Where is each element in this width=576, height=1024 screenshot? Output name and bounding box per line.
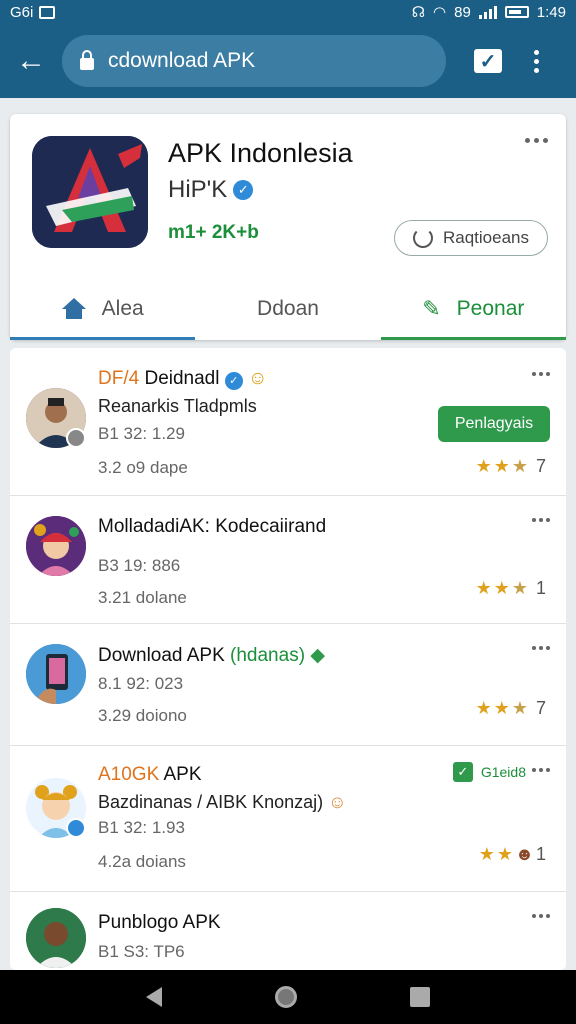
url-text: cdownload APK (108, 49, 256, 72)
item-meta-secondary: 3.21 dolane (98, 588, 187, 607)
star-icon: ★ (511, 698, 528, 718)
star-icon: ★ (511, 456, 528, 476)
action-label: Raqtioeans (442, 228, 529, 247)
check-icon: ✓ (452, 762, 473, 782)
item-meta: 8.1 92: 023 (98, 674, 184, 693)
battery-icon (504, 6, 529, 18)
avatar (26, 516, 86, 576)
item-title: MolladadiAK: Kodecaiirand (98, 516, 327, 537)
browser-toolbar: ← cdownload APK ✓ (0, 24, 576, 98)
tab-label: Ddoan (257, 297, 319, 320)
list-item[interactable]: Download APK (hdanas) ◆ 8.1 92: 023 3.29… (10, 624, 566, 746)
sim-icon (39, 5, 56, 19)
rating: ★ ★ ★ 1 (475, 578, 546, 598)
nav-back-icon[interactable] (146, 987, 163, 1007)
item-subtitle: Reanarkis Tladpmls (98, 396, 257, 416)
tab-ddoan[interactable]: Ddoan (195, 278, 380, 340)
more-horiz-icon[interactable] (525, 138, 548, 143)
star-icon: ★ (511, 578, 528, 598)
verified-icon: ✓ (233, 180, 254, 200)
more-horiz-icon[interactable] (532, 518, 550, 522)
star-icon: ★ (475, 578, 492, 598)
refresh-icon (412, 228, 433, 248)
url-bar[interactable]: cdownload APK (62, 35, 446, 87)
lock-icon (80, 50, 94, 70)
pin-icon: ✎ (422, 296, 441, 321)
clock: 1:49 (536, 3, 566, 21)
item-title: Download APK (hdanas) ◆ (98, 645, 325, 666)
nav-home-icon[interactable] (274, 986, 297, 1008)
signal-icon (478, 5, 497, 19)
network-label: 89 (454, 3, 471, 21)
item-subtitle: Bazdinanas / AIBK Knonzaj) ☺ (98, 792, 347, 812)
badge-icon (66, 428, 86, 448)
more-horiz-icon[interactable] (532, 768, 550, 772)
app-meta: m1+ 2K+b (168, 222, 259, 243)
tab-label: Peonar (456, 297, 525, 320)
carrier-label: G6i (10, 3, 34, 21)
item-meta-secondary: 4.2a doians (98, 852, 186, 871)
tab-peonar[interactable]: ✎ Peonar (380, 278, 567, 340)
star-icon: ★ (478, 844, 495, 864)
star-icon: ★ (496, 844, 514, 864)
app-logo (32, 136, 148, 248)
more-horiz-icon[interactable] (532, 914, 550, 918)
download-badge-icon: ◆ (310, 645, 325, 666)
item-title: DF/4 Deidnadl ✓ ☺ (98, 368, 268, 390)
star-icon: ★ (493, 578, 510, 598)
rating: ★ ★ ☻ 1 (478, 844, 546, 864)
app-header-card: APK Indonlesia HiP'K ✓ m1+ 2K+b Raqtioea… (10, 114, 567, 340)
item-meta-secondary: 3.29 doiono (98, 706, 187, 725)
tab-alea[interactable]: Alea (10, 278, 196, 340)
app-developer[interactable]: HiP'K ✓ (168, 176, 254, 204)
avatar (26, 908, 86, 968)
badge-icon (66, 818, 86, 838)
app-list: DF/4 Deidnadl ✓ ☺ Reanarkis Tladpmls B1 … (10, 348, 566, 970)
star-icon: ★ (493, 456, 510, 476)
app-title: APK Indonlesia (168, 138, 353, 168)
item-meta: B3 19: 886 (98, 556, 181, 575)
item-title: Punblogo APK (98, 912, 221, 933)
tab-label: Alea (101, 297, 144, 320)
home-icon (61, 298, 86, 320)
refresh-action-button[interactable]: Raqtioeans (394, 220, 548, 256)
star-icon: ★ (475, 698, 492, 718)
rating: ★ ★ ★ 7 (475, 456, 546, 476)
wifi-icon: ◠ (433, 4, 447, 21)
more-horiz-icon[interactable] (532, 372, 550, 376)
arrow-left-icon: ← (16, 44, 46, 77)
nav-recent-icon[interactable] (409, 987, 430, 1007)
item-meta: B1 32: 1.93 (98, 818, 185, 837)
more-horiz-icon[interactable] (532, 646, 550, 650)
list-item[interactable]: MolladadiAK: Kodecaiirand B3 19: 886 3.2… (10, 496, 566, 624)
list-item[interactable]: A10GK APK Bazdinanas / AIBK Knonzaj) ☺ B… (10, 746, 566, 892)
rating: ★ ★ ★ 7 (475, 698, 546, 718)
back-button[interactable]: ← (0, 24, 62, 98)
more-vert-icon[interactable] (534, 49, 539, 73)
item-meta-secondary: 3.2 o9 dape (98, 458, 188, 477)
star-icon: ★ (475, 456, 492, 476)
app-logo-graphic (32, 136, 148, 248)
install-button[interactable]: Penlagyais (438, 406, 550, 442)
system-nav-bar (0, 970, 576, 1024)
emoji-icon: ☺ (248, 368, 268, 389)
developer-name: HiP'K (168, 176, 228, 203)
emoji-icon: ☺ (328, 792, 347, 812)
checkbox-icon[interactable]: ✓ (474, 49, 502, 73)
item-meta: B1 32: 1.29 (98, 424, 185, 443)
status-bar: G6i ☊ ◠ 89 1:49 (0, 0, 576, 24)
vibrate-icon: ☊ (411, 4, 426, 21)
star-icon: ★ (493, 698, 510, 718)
avatar (26, 644, 86, 704)
status-badge: ✓ G1eid8 (452, 762, 526, 782)
tab-bar: Alea Ddoan ✎ Peonar (10, 278, 567, 340)
list-item[interactable]: Punblogo APK B1 S3: TP6 (10, 892, 566, 970)
verified-icon: ✓ (224, 371, 243, 390)
emoji-icon: ☻ (515, 844, 534, 864)
item-meta: B1 S3: TP6 (98, 942, 185, 961)
item-title: A10GK APK (98, 764, 202, 785)
list-item[interactable]: DF/4 Deidnadl ✓ ☺ Reanarkis Tladpmls B1 … (10, 348, 566, 496)
